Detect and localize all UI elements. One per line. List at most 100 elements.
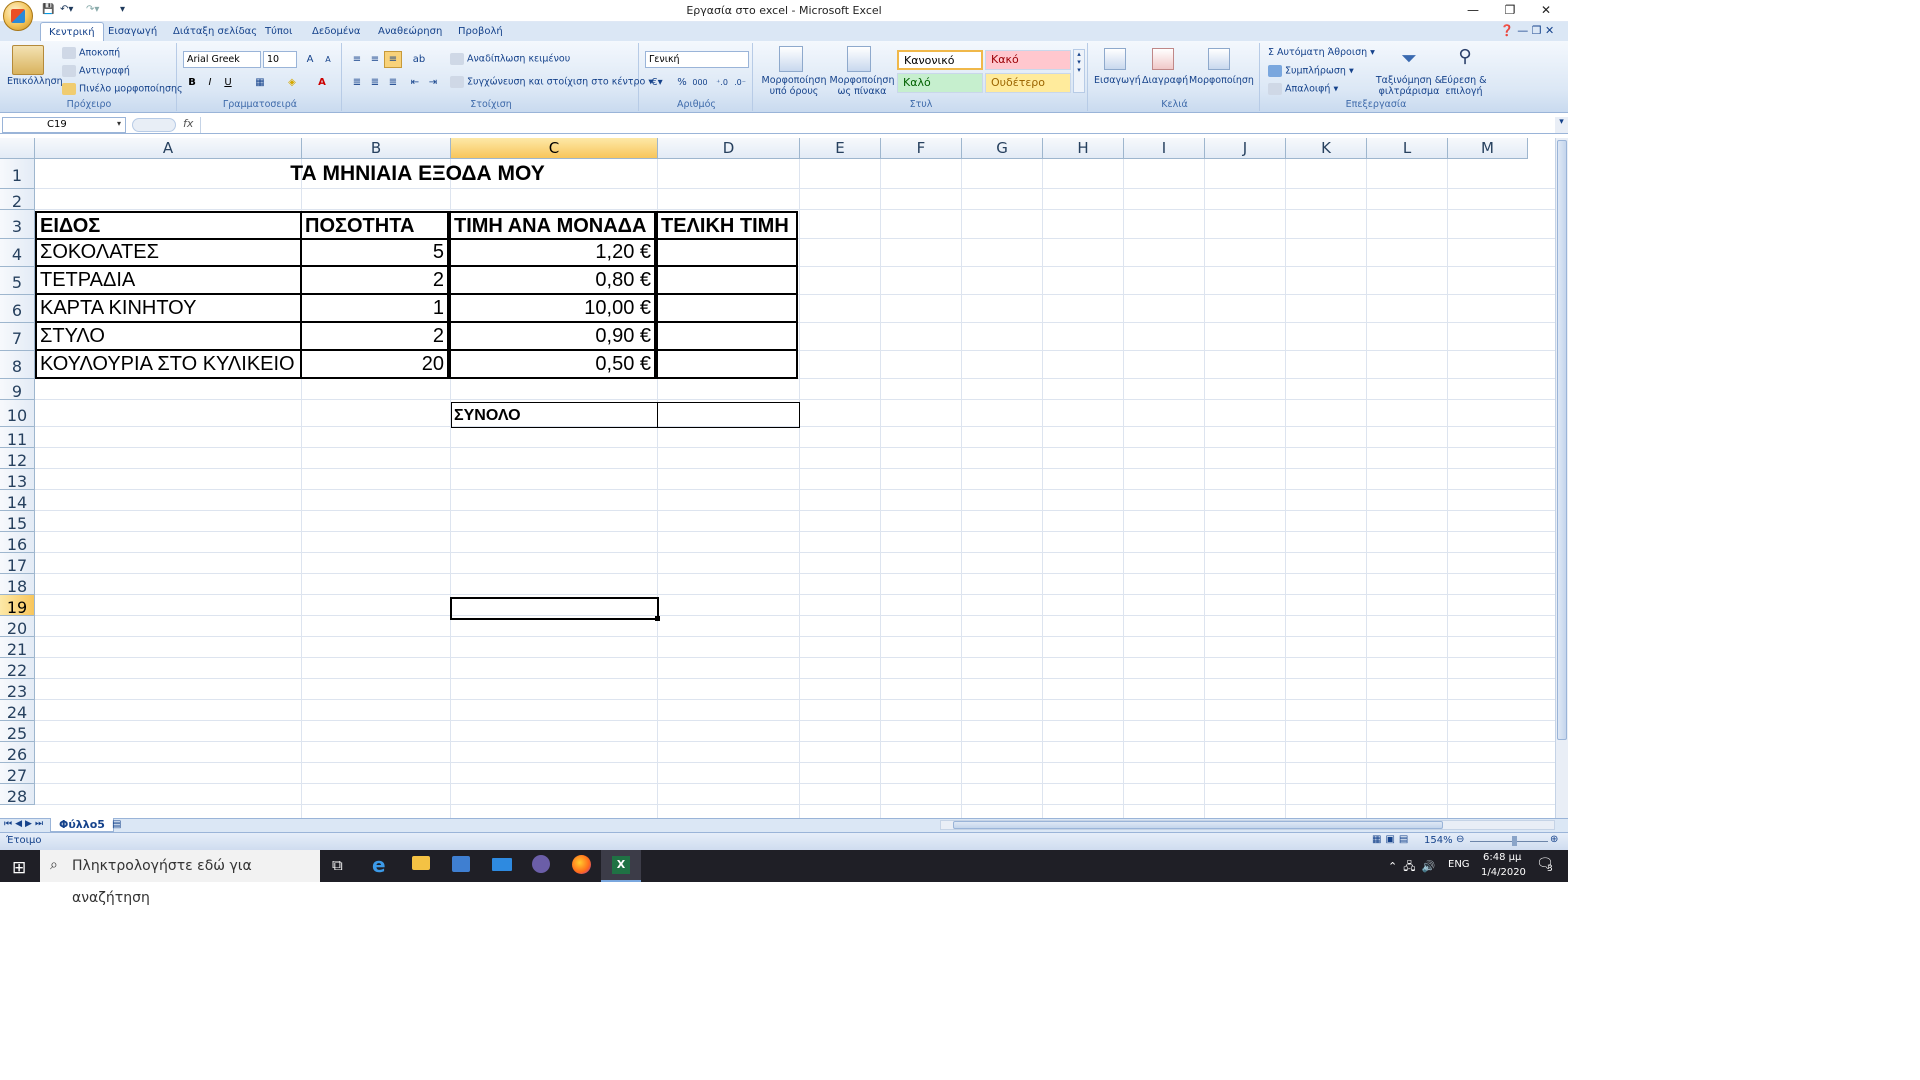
row-header-27[interactable]: 27: [0, 763, 35, 785]
tab-view[interactable]: Προβολή: [458, 24, 503, 39]
item-name-cell[interactable]: ΚΑΡΤΑ ΚΙΝΗΤΟΥ: [35, 295, 302, 323]
increase-indent-icon[interactable]: ⇥: [424, 74, 442, 91]
style-neutral[interactable]: Ουδέτερο: [985, 73, 1071, 93]
formula-bar-splitter[interactable]: [132, 118, 176, 132]
thousands-button[interactable]: 000: [691, 74, 709, 91]
header-cell[interactable]: ΕΙΔΟΣ: [35, 211, 302, 240]
row-header-19[interactable]: 19: [0, 595, 35, 617]
vertical-scroll-thumb[interactable]: [1557, 140, 1567, 740]
row-header-4[interactable]: 4: [0, 239, 35, 267]
item-qty-cell[interactable]: 1: [300, 295, 449, 323]
row-header-25[interactable]: 25: [0, 721, 35, 743]
column-header-e[interactable]: E: [800, 138, 881, 159]
item-qty-cell[interactable]: 20: [300, 351, 449, 379]
mail-icon[interactable]: [492, 858, 512, 871]
language-indicator[interactable]: ENG: [1448, 859, 1470, 870]
style-bad[interactable]: Κακό: [985, 50, 1071, 70]
tab-home[interactable]: Κεντρική: [40, 22, 104, 42]
expand-formula-bar-icon[interactable]: ▾: [1555, 117, 1568, 133]
store-icon[interactable]: [452, 856, 470, 872]
vertical-scrollbar[interactable]: [1555, 138, 1568, 818]
font-name-select[interactable]: Arial Greek: [183, 51, 261, 68]
row-header-18[interactable]: 18: [0, 574, 35, 596]
align-bottom-icon[interactable]: ≡: [384, 51, 402, 68]
taskbar-search[interactable]: Πληκτρολογήστε εδώ για αναζήτηση: [40, 850, 320, 906]
underline-button[interactable]: U: [219, 74, 237, 91]
row-header-17[interactable]: 17: [0, 553, 35, 575]
autosum-button[interactable]: Σ Αυτόματη Άθροιση ▾: [1268, 47, 1375, 58]
row-header-1[interactable]: 1: [0, 159, 35, 189]
row-header-15[interactable]: 15: [0, 511, 35, 533]
zoom-slider[interactable]: [1470, 841, 1548, 842]
zoom-slider-thumb[interactable]: [1512, 836, 1517, 846]
office-button[interactable]: [3, 1, 33, 31]
sheet-title[interactable]: ΤΑ ΜΗΝΙΑΙΑ ΕΞΟΔΑ ΜΟΥ: [35, 161, 800, 187]
fill-button[interactable]: Συμπλήρωση ▾: [1268, 65, 1354, 77]
conditional-format-button[interactable]: Μορφοποίηση υπό όρους: [759, 75, 829, 97]
row-header-16[interactable]: 16: [0, 532, 35, 554]
item-name-cell[interactable]: ΣΟΚΟΛΑΤΕΣ: [35, 239, 302, 267]
column-header-f[interactable]: F: [881, 138, 962, 159]
view-buttons-icon[interactable]: ▦▣▤: [1372, 834, 1412, 845]
column-header-d[interactable]: D: [658, 138, 800, 159]
column-header-l[interactable]: L: [1367, 138, 1448, 159]
item-price-cell[interactable]: 0,90 €: [449, 323, 656, 351]
zoom-level[interactable]: 154%: [1424, 835, 1453, 846]
format-table-button[interactable]: Μορφοποίηση ως πίνακα: [827, 75, 897, 97]
style-good[interactable]: Καλό: [897, 73, 983, 93]
row-header-6[interactable]: 6: [0, 295, 35, 323]
fill-handle[interactable]: [655, 616, 660, 621]
column-header-m[interactable]: M: [1448, 138, 1528, 159]
zoom-in-icon[interactable]: ⊕: [1550, 834, 1558, 845]
help-icon[interactable]: ❓ — ❐ ✕: [1500, 24, 1554, 37]
percent-button[interactable]: %: [673, 74, 691, 91]
merge-center-button[interactable]: Συγχώνευση και στοίχιση στο κέντρο ▾: [450, 76, 653, 88]
align-left-icon[interactable]: ≣: [348, 74, 366, 91]
wrap-text-button[interactable]: Αναδίπλωση κειμένου: [450, 53, 570, 65]
clock-time[interactable]: 6:48 μμ: [1483, 852, 1521, 863]
paste-button[interactable]: Επικόλληση: [7, 76, 63, 87]
orientation-icon[interactable]: ab: [410, 51, 428, 68]
italic-button[interactable]: I: [201, 74, 219, 91]
clear-button[interactable]: Απαλοιφή ▾: [1268, 83, 1338, 95]
binoculars-icon[interactable]: ⚲: [1454, 46, 1476, 72]
sheet-nav-icon[interactable]: ⏮◀▶⏭: [4, 819, 46, 829]
insert-sheet-icon[interactable]: ▤: [112, 819, 121, 830]
item-total-cell[interactable]: [656, 267, 798, 295]
insert-function-icon[interactable]: fx: [183, 117, 193, 130]
task-view-icon[interactable]: ⧉: [332, 856, 343, 874]
tray-icons[interactable]: ⌃🖧🔊: [1388, 858, 1441, 877]
row-header-11[interactable]: 11: [0, 427, 35, 449]
borders-icon[interactable]: ▦: [251, 74, 269, 91]
cut-button[interactable]: Αποκοπή: [62, 47, 120, 59]
row-header-20[interactable]: 20: [0, 616, 35, 638]
currency-icon[interactable]: €▾: [645, 74, 669, 91]
sort-filter-icon[interactable]: ⏷: [1398, 46, 1420, 72]
column-header-j[interactable]: J: [1205, 138, 1286, 159]
app-icon[interactable]: [532, 855, 550, 873]
item-total-cell[interactable]: [656, 295, 798, 323]
insert-cells-icon[interactable]: [1104, 48, 1126, 70]
row-header-2[interactable]: 2: [0, 189, 35, 211]
item-name-cell[interactable]: ΣΤΥΛΟ: [35, 323, 302, 351]
shrink-font-button[interactable]: A: [319, 51, 337, 68]
item-qty-cell[interactable]: 2: [300, 323, 449, 351]
item-total-cell[interactable]: [656, 323, 798, 351]
row-header-3[interactable]: 3: [0, 210, 35, 239]
item-price-cell[interactable]: 0,50 €: [449, 351, 656, 379]
restore-icon[interactable]: ❐: [1497, 3, 1523, 17]
row-header-26[interactable]: 26: [0, 742, 35, 764]
horizontal-scroll-thumb[interactable]: [953, 821, 1443, 829]
style-normal[interactable]: Κανονικό: [897, 50, 983, 70]
header-cell[interactable]: ΤΙΜΗ ΑΝΑ ΜΟΝΑΔΑ: [449, 211, 656, 240]
align-right-icon[interactable]: ≣: [384, 74, 402, 91]
header-cell[interactable]: ΠΟΣΟΤΗΤΑ: [300, 211, 449, 240]
fill-color-icon[interactable]: ◈: [283, 74, 301, 91]
edge-icon[interactable]: e: [372, 853, 386, 877]
format-cells-button[interactable]: Μορφοποίηση: [1189, 75, 1254, 86]
minimize-icon[interactable]: —: [1460, 3, 1486, 17]
decrease-indent-icon[interactable]: ⇤: [406, 74, 424, 91]
file-explorer-icon[interactable]: [412, 856, 430, 870]
total-label-cell[interactable]: ΣΥΝΟΛΟ: [451, 402, 658, 428]
row-header-9[interactable]: 9: [0, 379, 35, 401]
